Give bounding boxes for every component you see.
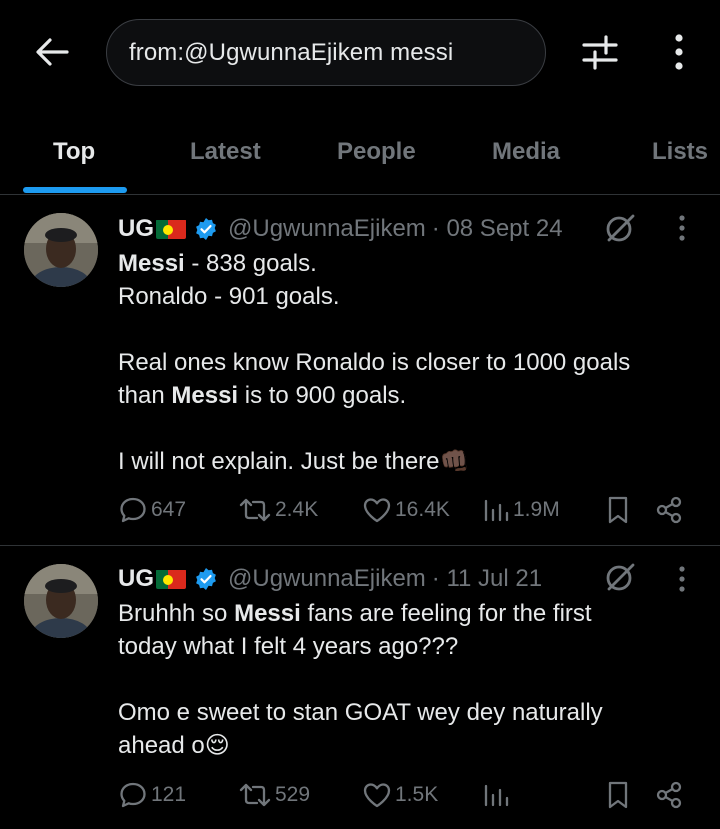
repost-button[interactable]: 2.4K (238, 493, 318, 527)
avatar[interactable] (24, 213, 98, 287)
more-options-icon[interactable] (664, 32, 694, 72)
tweet-line: Bruhhh so Messi fans are feeling for the… (118, 600, 592, 627)
repost-icon (239, 498, 271, 522)
tweet-more-icon[interactable] (670, 212, 694, 244)
tweet-line: Ronaldo - 901 goals. (118, 283, 340, 310)
tweet-line: ahead o😌 (118, 732, 230, 759)
share-icon (656, 496, 682, 524)
avatar[interactable] (24, 564, 98, 638)
search-input[interactable]: from:@UgwunnaEjikem messi (106, 19, 546, 86)
tweet-line (118, 412, 698, 445)
tweet-actions: 121 529 1.5K (118, 778, 698, 812)
handle[interactable]: @UgwunnaEjikem (228, 565, 426, 593)
top-bar: from:@UgwunnaEjikem messi (0, 0, 720, 110)
tab-lists[interactable]: Lists (652, 138, 708, 166)
tab-latest[interactable]: Latest (190, 138, 261, 166)
tab-media[interactable]: Media (492, 138, 560, 166)
display-name[interactable]: UG (118, 215, 154, 243)
repost-button[interactable]: 529 (238, 778, 310, 812)
repost-count: 529 (275, 783, 311, 806)
like-count: 1.5K (395, 783, 439, 806)
views-icon (484, 784, 509, 807)
views-icon (484, 499, 509, 522)
tweet-line: I will not explain. Just be there👊🏿 (118, 448, 470, 475)
tweet-line: today what I felt 4 years ago??? (118, 633, 459, 660)
views-button[interactable] (482, 778, 513, 812)
like-count: 16.4K (395, 498, 450, 521)
display-name[interactable]: UG (118, 565, 154, 593)
tab-top[interactable]: Top (53, 138, 95, 166)
grok-icon[interactable] (604, 212, 636, 244)
verified-badge-icon (196, 218, 216, 240)
active-tab-indicator (23, 187, 127, 193)
reply-button[interactable]: 121 (118, 778, 186, 812)
grok-icon[interactable] (604, 561, 636, 593)
tweet-line: Real ones know Ronaldo is closer to 1000… (118, 349, 631, 376)
portugal-flag-icon (156, 219, 186, 239)
share-button[interactable] (654, 493, 687, 527)
tweet-line: Messi - 838 goals. (118, 250, 317, 277)
handle[interactable]: @UgwunnaEjikem (228, 215, 426, 243)
reply-count: 647 (151, 498, 187, 521)
share-button[interactable] (654, 778, 687, 812)
like-button[interactable]: 1.5K (362, 778, 438, 812)
tweet-line: than Messi is to 900 goals. (118, 382, 407, 409)
search-query: from:@UgwunnaEjikem messi (129, 38, 454, 66)
tweet-text: Messi - 838 goals. Ronaldo - 901 goals. … (118, 247, 698, 478)
heart-icon (363, 498, 391, 523)
tab-people[interactable]: People (337, 138, 416, 166)
bookmark-button[interactable] (604, 493, 635, 527)
timestamp[interactable]: · 08 Sept 24 (432, 215, 563, 243)
portugal-flag-icon (156, 569, 186, 589)
reply-count: 121 (151, 783, 187, 806)
tweet-actions: 647 2.4K 16.4K 1.9M (118, 493, 698, 527)
tweet-line: Omo e sweet to stan GOAT wey dey natural… (118, 699, 603, 726)
reply-button[interactable]: 647 (118, 493, 186, 527)
share-icon (656, 781, 682, 809)
repost-icon (239, 783, 271, 807)
view-count: 1.9M (513, 498, 560, 521)
tweet-text: Bruhhh so Messi fans are feeling for the… (118, 597, 698, 762)
bookmark-icon (608, 496, 628, 524)
bookmark-icon (608, 781, 628, 809)
like-button[interactable]: 16.4K (362, 493, 450, 527)
tweet-line (118, 313, 698, 346)
search-tabs: Top Latest People Media Lists (0, 118, 720, 195)
tweet[interactable]: UG @UgwunnaEjikem · 08 Sept 24 Messi - 8… (0, 196, 720, 546)
tweet-more-icon[interactable] (670, 563, 694, 595)
heart-icon (363, 783, 391, 808)
tweet-line (118, 663, 698, 696)
filter-settings-icon[interactable] (578, 32, 622, 72)
reply-icon (120, 782, 146, 808)
timestamp[interactable]: · 11 Jul 21 (432, 565, 542, 593)
bookmark-button[interactable] (604, 778, 635, 812)
views-button[interactable]: 1.9M (482, 493, 560, 527)
verified-badge-icon (196, 568, 216, 590)
back-arrow-icon[interactable] (30, 30, 74, 74)
reply-icon (120, 497, 146, 523)
tweet[interactable]: UG @UgwunnaEjikem · 11 Jul 21 Bruhhh so … (0, 547, 720, 829)
repost-count: 2.4K (275, 498, 319, 521)
